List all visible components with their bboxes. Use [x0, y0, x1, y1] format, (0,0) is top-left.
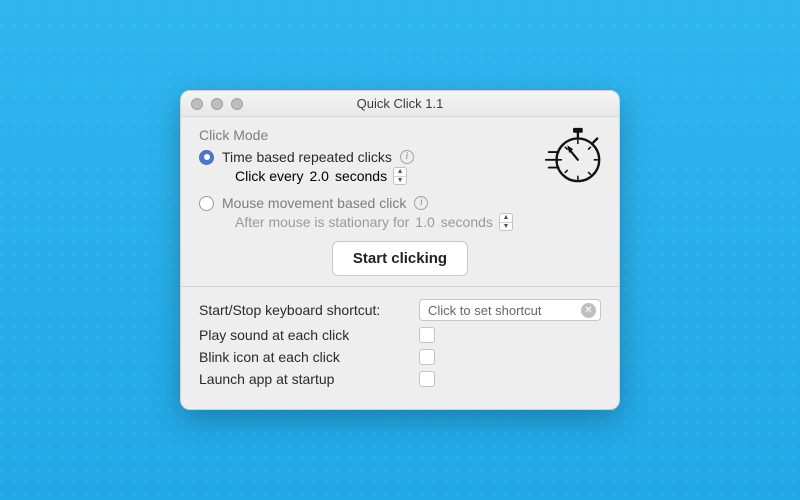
info-icon[interactable]: i: [414, 196, 428, 210]
mode-time-label: Time based repeated clicks: [222, 149, 392, 165]
mode-movement-subrow: After mouse is stationary for 1.0 second…: [235, 213, 601, 231]
shortcut-label: Start/Stop keyboard shortcut:: [199, 302, 409, 318]
stopwatch-icon: [543, 123, 605, 185]
movement-value: 1.0: [415, 214, 434, 230]
blink-icon-row: Blink icon at each click: [199, 349, 601, 365]
time-stepper[interactable]: ▲▼: [393, 167, 407, 185]
shortcut-input[interactable]: Click to set shortcut ✕: [419, 299, 601, 321]
section-label: Click Mode: [199, 127, 601, 143]
movement-sub-prefix: After mouse is stationary for: [235, 214, 409, 230]
play-sound-checkbox[interactable]: [419, 327, 435, 343]
minimize-icon[interactable]: [211, 98, 223, 110]
zoom-icon[interactable]: [231, 98, 243, 110]
titlebar[interactable]: Quick Click 1.1: [181, 91, 619, 117]
shortcut-placeholder: Click to set shortcut: [428, 303, 541, 318]
launch-startup-checkbox[interactable]: [419, 371, 435, 387]
window-content: Click Mode Time based repeated clicks i …: [181, 117, 619, 409]
mode-time-row[interactable]: Time based repeated clicks i: [199, 149, 601, 165]
info-icon[interactable]: i: [400, 150, 414, 164]
play-sound-row: Play sound at each click: [199, 327, 601, 343]
radio-time[interactable]: [199, 150, 214, 165]
close-icon[interactable]: [191, 98, 203, 110]
time-value: 2.0: [309, 168, 328, 184]
launch-startup-label: Launch app at startup: [199, 371, 409, 387]
time-unit: seconds: [335, 168, 387, 184]
app-window: Quick Click 1.1 Cl: [180, 90, 620, 410]
shortcut-row: Start/Stop keyboard shortcut: Click to s…: [199, 299, 601, 321]
clear-shortcut-icon[interactable]: ✕: [581, 303, 596, 318]
play-sound-label: Play sound at each click: [199, 327, 409, 343]
movement-stepper[interactable]: ▲▼: [499, 213, 513, 231]
launch-startup-row: Launch app at startup: [199, 371, 601, 387]
movement-unit: seconds: [441, 214, 493, 230]
divider: [181, 286, 619, 287]
mode-movement-row[interactable]: Mouse movement based click i: [199, 195, 601, 211]
mode-movement-label: Mouse movement based click: [222, 195, 406, 211]
window-title: Quick Click 1.1: [181, 96, 619, 111]
blink-icon-checkbox[interactable]: [419, 349, 435, 365]
radio-movement[interactable]: [199, 196, 214, 211]
traffic-lights: [191, 98, 243, 110]
time-sub-prefix: Click every: [235, 168, 303, 184]
start-clicking-button[interactable]: Start clicking: [332, 241, 468, 276]
blink-icon-label: Blink icon at each click: [199, 349, 409, 365]
